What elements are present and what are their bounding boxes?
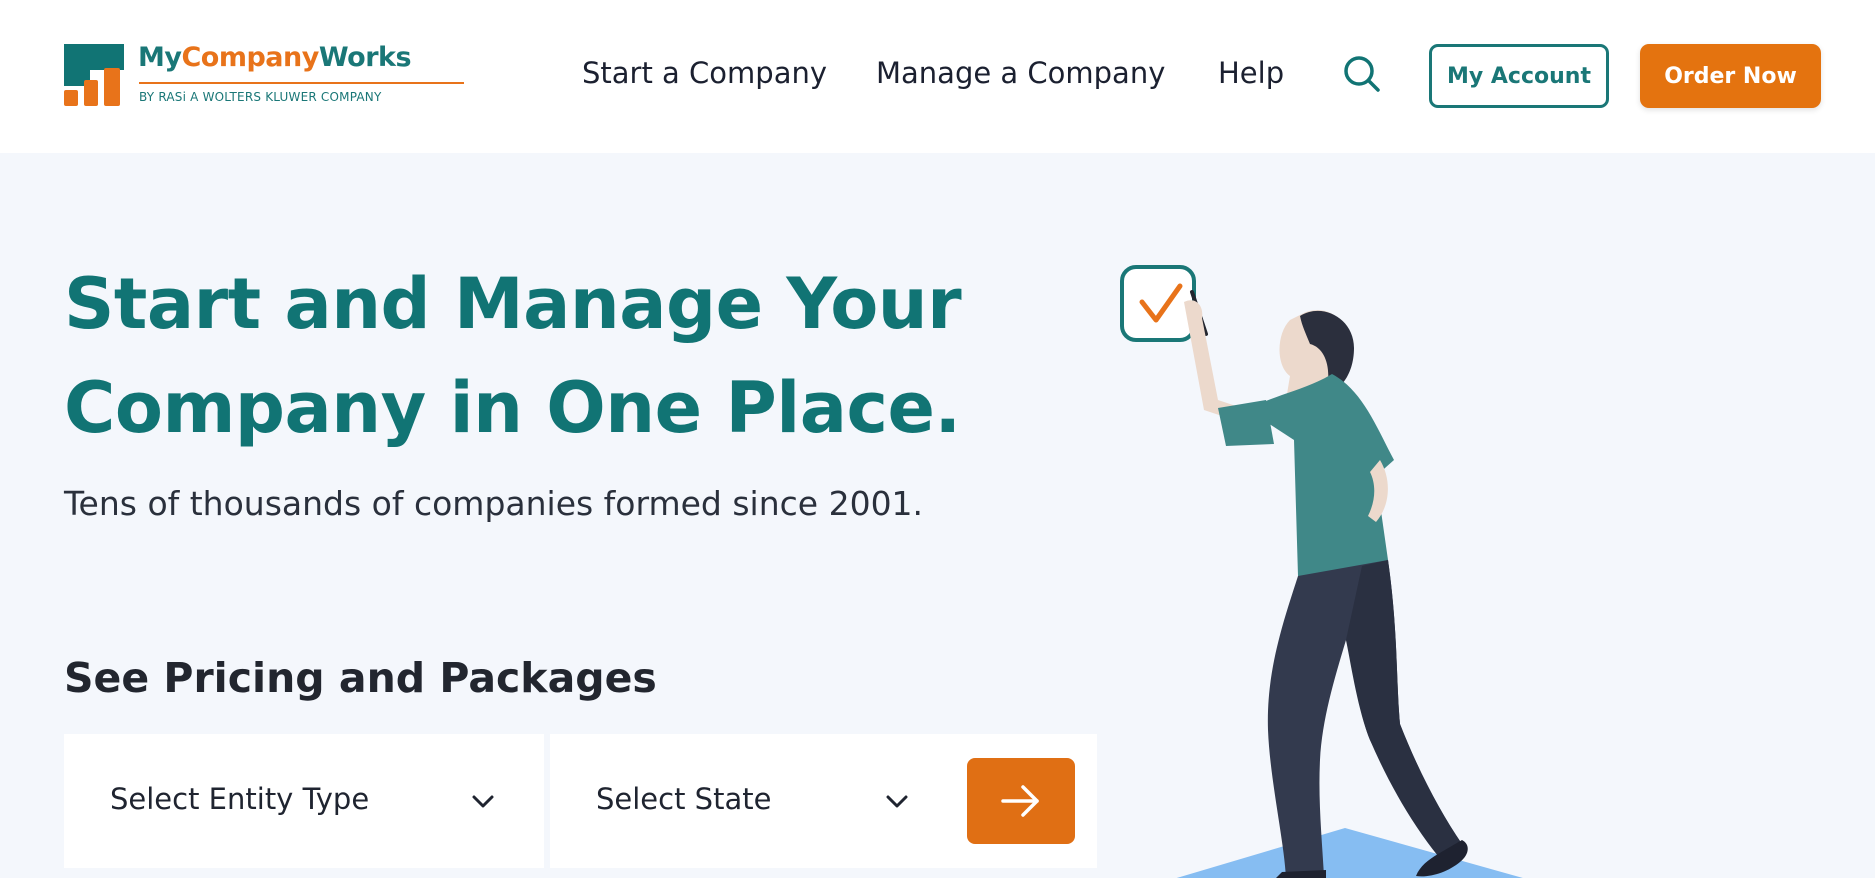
entity-type-select[interactable]: Select Entity Type bbox=[64, 734, 544, 868]
entity-type-select-label: Select Entity Type bbox=[110, 782, 370, 816]
floor-tile bbox=[1176, 828, 1523, 878]
logo-word-works: Works bbox=[318, 42, 412, 73]
my-account-button[interactable]: My Account bbox=[1429, 44, 1609, 108]
search-icon bbox=[1344, 56, 1380, 92]
logo-divider bbox=[139, 82, 464, 84]
logo-tagline: BY RASi A WOLTERS KLUWER COMPANY bbox=[139, 90, 382, 104]
nav-help[interactable]: Help bbox=[1218, 56, 1284, 90]
arrow-right-icon bbox=[1001, 785, 1039, 817]
site-header: MyCompanyWorks BY RASi A WOLTERS KLUWER … bbox=[0, 0, 1875, 153]
pricing-heading: See Pricing and Packages bbox=[64, 654, 657, 702]
see-pricing-submit-button[interactable] bbox=[967, 758, 1075, 844]
hero-title: Start and Manage Your Company in One Pla… bbox=[64, 252, 1044, 460]
order-now-button[interactable]: Order Now bbox=[1640, 44, 1821, 108]
hero-illustration bbox=[1120, 265, 1523, 878]
logo-word-my: My bbox=[138, 42, 182, 73]
logo-word-company: Company bbox=[181, 42, 319, 73]
chevron-down-icon bbox=[886, 795, 908, 808]
logo-bars-icon bbox=[64, 44, 124, 106]
state-select-label: Select State bbox=[596, 782, 772, 816]
company-logo[interactable]: MyCompanyWorks BY RASi A WOLTERS KLUWER … bbox=[64, 42, 464, 112]
search-button[interactable] bbox=[1342, 54, 1382, 94]
nav-manage-a-company[interactable]: Manage a Company bbox=[876, 56, 1165, 90]
hero-title-line1: Start and Manage Your bbox=[64, 263, 962, 345]
chevron-down-icon bbox=[472, 795, 494, 808]
nav-start-a-company[interactable]: Start a Company bbox=[582, 56, 827, 90]
hero-subtitle: Tens of thousands of companies formed si… bbox=[64, 484, 924, 523]
logo-wordmark: MyCompanyWorks bbox=[138, 42, 412, 73]
checkbox-check-icon bbox=[1120, 265, 1196, 342]
hero-title-line2: Company in One Place. bbox=[64, 367, 961, 449]
